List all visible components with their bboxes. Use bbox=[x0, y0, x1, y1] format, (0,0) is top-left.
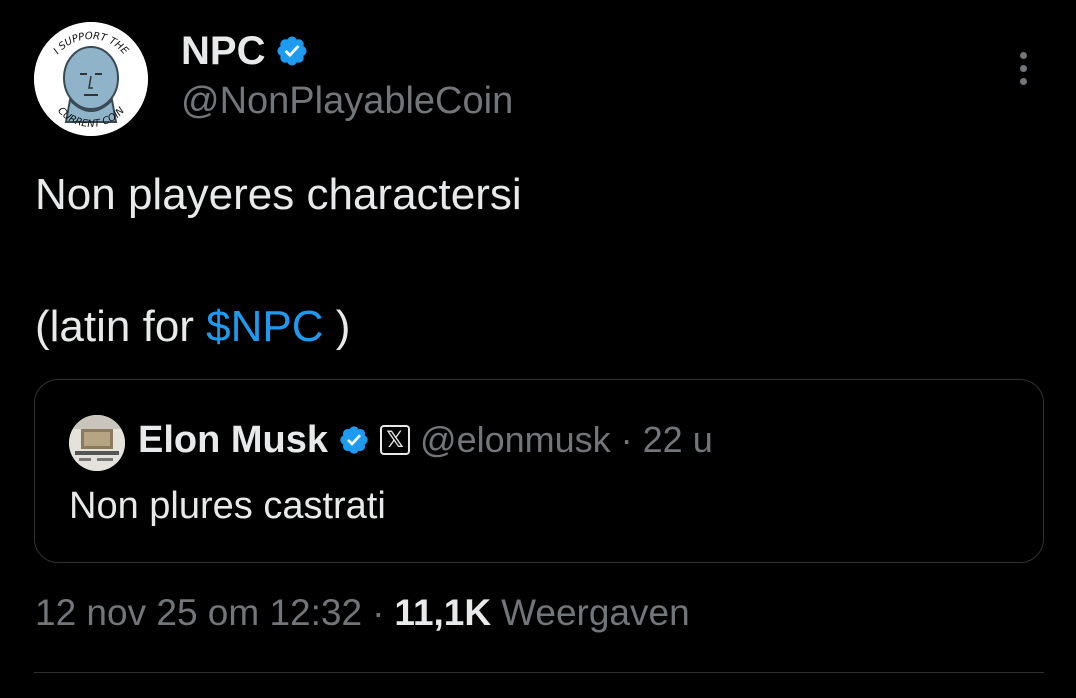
quote-handle: @elonmusk bbox=[420, 419, 611, 460]
tweet-text-prefix: (latin for bbox=[35, 302, 207, 351]
quoted-tweet[interactable]: Elon Musk 𝕏 @elonmusk · 22 u Non plures … bbox=[34, 379, 1044, 563]
tweet-text-line-1: Non playeres charactersi bbox=[35, 170, 522, 219]
cashtag-link[interactable]: $NPC bbox=[206, 302, 323, 351]
npc-avatar-image: I SUPPORT THE CURRENT COIN bbox=[34, 22, 148, 136]
x-affiliate-badge-icon[interactable]: 𝕏 bbox=[380, 425, 411, 455]
more-dot bbox=[1019, 77, 1027, 85]
quote-separator: · bbox=[620, 419, 633, 460]
tweet-text-line-2: (latin for $NPC ) bbox=[35, 298, 350, 356]
quote-display-name[interactable]: Elon Musk bbox=[138, 419, 328, 462]
quote-header: Elon Musk 𝕏 @elonmusk · 22 u bbox=[138, 416, 713, 464]
more-dot bbox=[1019, 64, 1027, 72]
verified-badge-icon[interactable] bbox=[338, 424, 370, 456]
tweet-timestamp[interactable]: 12 nov 25 om 12:32 bbox=[35, 588, 362, 638]
tweet: I SUPPORT THE CURRENT COIN NPC @NonPlaya… bbox=[0, 0, 1076, 698]
verified-badge-icon[interactable] bbox=[275, 34, 309, 68]
divider bbox=[34, 672, 1044, 673]
more-dot bbox=[1019, 51, 1027, 59]
author-avatar[interactable]: I SUPPORT THE CURRENT COIN bbox=[34, 22, 148, 136]
quote-avatar-image bbox=[69, 415, 125, 471]
views-label: Weergaven bbox=[501, 592, 690, 633]
meta-separator: · bbox=[372, 592, 385, 633]
views-count[interactable]: 11,1K bbox=[394, 588, 491, 638]
author-display-name[interactable]: NPC bbox=[181, 28, 265, 74]
author-name-row: NPC bbox=[181, 28, 309, 74]
quote-text: Non plures castrati bbox=[69, 485, 386, 527]
more-options-icon[interactable] bbox=[1004, 46, 1042, 90]
quote-author-avatar[interactable] bbox=[69, 415, 125, 471]
author-handle[interactable]: @NonPlayableCoin bbox=[181, 78, 513, 124]
tweet-text-suffix: ) bbox=[323, 302, 351, 351]
quote-time[interactable]: 22 u bbox=[643, 419, 713, 461]
tweet-meta: 12 nov 25 om 12:32 · 11,1K Weergaven bbox=[35, 588, 690, 638]
